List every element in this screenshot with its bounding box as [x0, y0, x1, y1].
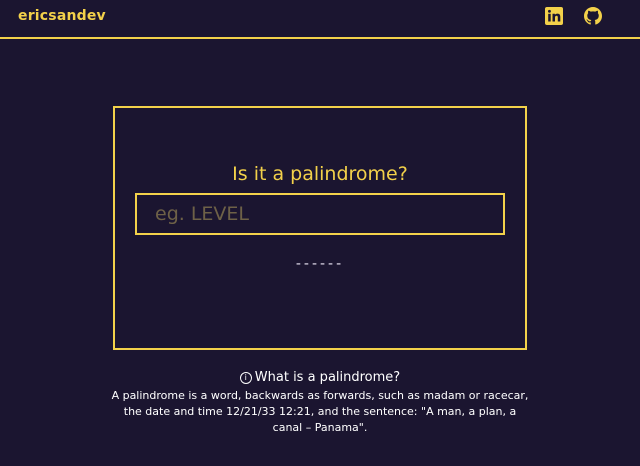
info-description: A palindrome is a word, backwards as for… [111, 389, 529, 434]
github-icon-svg [584, 7, 602, 25]
palindrome-input-wrapper [135, 193, 505, 235]
palindrome-card: Is it a palindrome? ------ [113, 106, 527, 350]
card-title: Is it a palindrome? [232, 163, 408, 185]
github-icon[interactable] [584, 7, 602, 25]
palindrome-input[interactable] [137, 195, 503, 233]
info-section: i What is a palindrome? A palindrome is a… [110, 370, 530, 436]
result-text: ------ [295, 256, 345, 272]
linkedin-icon[interactable] [545, 7, 563, 25]
brand-link[interactable]: ericsandev [18, 8, 106, 24]
info-heading: i What is a palindrome? [110, 370, 530, 385]
info-title-text: What is a palindrome? [254, 370, 401, 385]
linkedin-icon-svg [545, 7, 563, 25]
info-icon: i [239, 371, 252, 384]
top-nav: ericsandev [0, 0, 640, 39]
